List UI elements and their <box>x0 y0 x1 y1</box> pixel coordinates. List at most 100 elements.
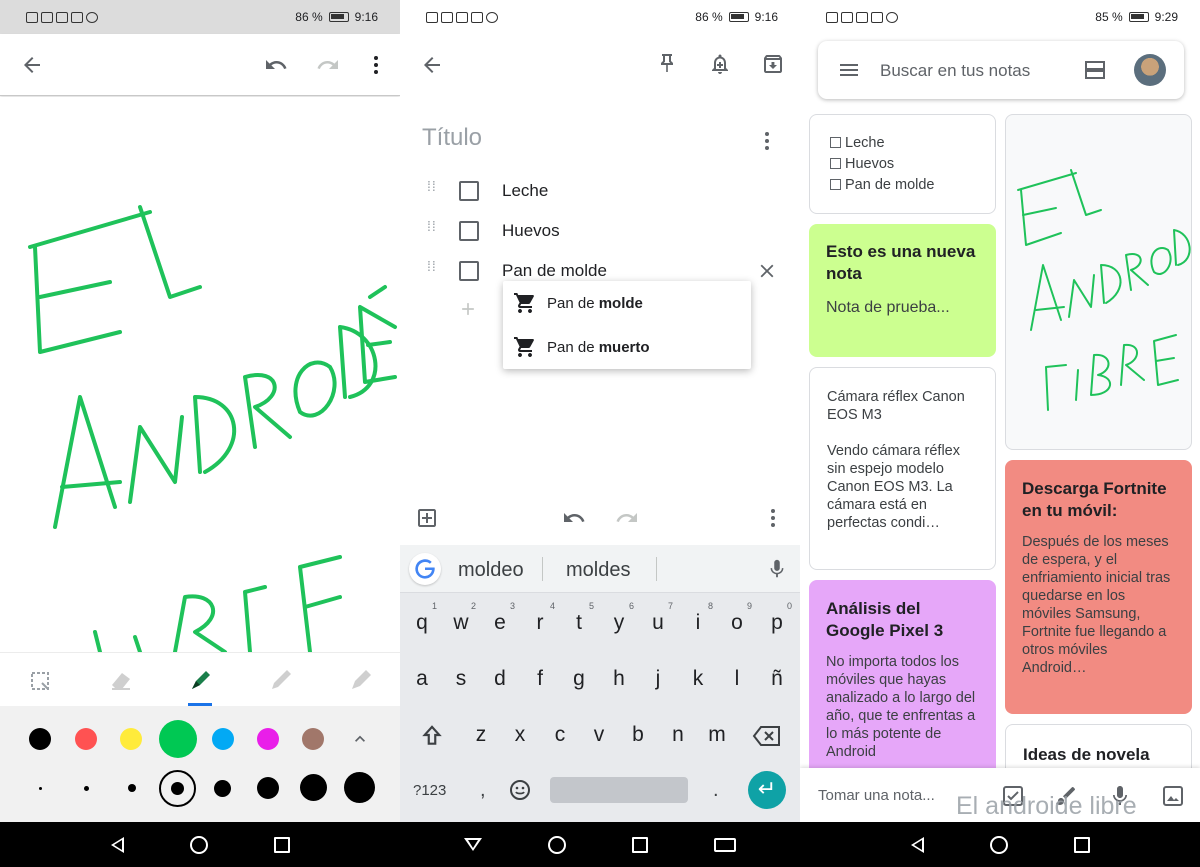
period-key[interactable]: . <box>713 779 719 802</box>
size-8[interactable] <box>344 772 375 803</box>
note-card-list[interactable]: Leche Huevos Pan de molde <box>809 114 996 214</box>
size-7[interactable] <box>300 774 327 801</box>
keyboard-suggestion[interactable]: moldeo <box>458 559 524 582</box>
key-l[interactable]: l <box>724 667 750 691</box>
pin-icon[interactable] <box>655 52 679 76</box>
add-reminder-icon[interactable] <box>708 52 732 76</box>
delete-item-close-icon[interactable] <box>756 260 778 282</box>
chevron-up-icon[interactable] <box>350 729 370 749</box>
list-item-text-editing[interactable]: Pan de molde <box>502 261 607 281</box>
menu-hamburger-icon[interactable] <box>837 58 861 82</box>
key-j[interactable]: j <box>645 667 671 691</box>
select-icon[interactable] <box>28 669 52 693</box>
drag-handle-icon[interactable]: ⁞⁞ <box>427 219 439 239</box>
shift-icon[interactable] <box>419 722 445 748</box>
nav-hide-keyboard-icon[interactable] <box>464 838 482 851</box>
eraser-icon[interactable] <box>108 669 134 693</box>
undo-icon[interactable] <box>562 506 586 530</box>
key-g[interactable]: g <box>566 667 592 691</box>
key-b[interactable]: b <box>625 723 651 747</box>
key-n[interactable]: n <box>665 723 691 747</box>
key-d[interactable]: d <box>487 667 513 691</box>
archive-icon[interactable] <box>761 52 785 76</box>
new-image-icon[interactable] <box>1161 784 1185 808</box>
key-q[interactable]: q1 <box>409 601 437 635</box>
color-red[interactable] <box>75 728 97 750</box>
size-6[interactable] <box>257 777 279 799</box>
key-z[interactable]: z <box>468 723 494 747</box>
color-black[interactable] <box>29 728 51 750</box>
nav-home-icon[interactable] <box>189 835 208 854</box>
checkbox[interactable] <box>459 261 479 281</box>
google-g-icon[interactable] <box>409 553 441 585</box>
list-view-toggle-icon[interactable] <box>1083 58 1107 82</box>
comma-key[interactable]: , <box>480 779 486 802</box>
key-x[interactable]: x <box>507 723 533 747</box>
search-input[interactable]: Buscar en tus notas <box>880 61 1030 81</box>
list-more-vert-icon[interactable] <box>755 129 779 153</box>
keyboard-suggestion[interactable]: moldes <box>566 559 630 582</box>
key-u[interactable]: u7 <box>645 601 673 635</box>
key-i[interactable]: i8 <box>685 601 713 635</box>
list-item-text[interactable]: Leche <box>502 181 548 201</box>
color-green-selected[interactable] <box>159 720 197 758</box>
undo-icon[interactable] <box>264 53 288 77</box>
more-vert-icon[interactable] <box>364 53 388 77</box>
note-card-red[interactable]: Descarga Fortnite en tu móvil: Después d… <box>1005 460 1192 714</box>
take-note-input[interactable]: Tomar una nota... <box>818 787 935 804</box>
key-h[interactable]: h <box>606 667 632 691</box>
color-blue[interactable] <box>212 728 234 750</box>
key-w[interactable]: w2 <box>448 601 476 635</box>
emoji-icon[interactable] <box>508 778 532 802</box>
redo-icon[interactable] <box>615 506 639 530</box>
spacebar[interactable] <box>550 777 688 803</box>
nav-back-icon[interactable] <box>910 836 924 853</box>
marker-icon[interactable] <box>188 667 214 693</box>
nav-back-icon[interactable] <box>110 836 124 853</box>
note-card-green[interactable]: Esto es una nueva nota Nota de prueba... <box>809 224 996 357</box>
drawing-canvas[interactable] <box>0 97 400 654</box>
list-item-text[interactable]: Huevos <box>502 221 560 241</box>
key-n-tilde[interactable]: ñ <box>764 667 790 691</box>
note-card-purple[interactable]: Análisis del Google Pixel 3 No importa t… <box>809 580 996 780</box>
add-box-icon[interactable] <box>415 506 439 530</box>
note-card-camera[interactable]: Cámara réflex Canon EOS M3 Vendo cámara … <box>809 367 996 570</box>
key-o[interactable]: o9 <box>724 601 752 635</box>
enter-key[interactable]: ↵ <box>748 771 786 809</box>
key-v[interactable]: v <box>586 723 612 747</box>
drag-handle-icon[interactable]: ⁞⁞ <box>427 179 439 199</box>
autocomplete-item[interactable]: Pan de molde <box>503 281 751 325</box>
size-3[interactable] <box>128 784 136 792</box>
back-arrow-icon[interactable] <box>20 53 44 77</box>
nav-recents-icon[interactable] <box>1073 836 1090 853</box>
redo-icon[interactable] <box>316 53 340 77</box>
keyboard-switch-icon[interactable] <box>714 837 736 852</box>
add-item-plus-icon[interactable] <box>458 299 478 319</box>
back-arrow-icon[interactable] <box>420 53 444 77</box>
account-avatar[interactable] <box>1134 54 1166 86</box>
highlighter-icon[interactable] <box>348 667 374 693</box>
pen-icon[interactable] <box>268 667 294 693</box>
key-a[interactable]: a <box>409 667 435 691</box>
nav-recents-icon[interactable] <box>273 836 290 853</box>
nav-recents-icon[interactable] <box>632 836 648 853</box>
color-magenta[interactable] <box>257 728 279 750</box>
key-c[interactable]: c <box>547 723 573 747</box>
symbols-key[interactable]: ?123 <box>413 782 446 799</box>
size-1[interactable] <box>39 787 42 790</box>
more-vert-icon[interactable] <box>761 506 785 530</box>
note-card-drawing[interactable] <box>1005 114 1192 450</box>
key-p[interactable]: p0 <box>764 601 792 635</box>
key-m[interactable]: m <box>704 723 730 747</box>
checkbox[interactable] <box>459 221 479 241</box>
key-s[interactable]: s <box>448 667 474 691</box>
mic-icon[interactable] <box>766 558 788 580</box>
color-yellow[interactable] <box>120 728 142 750</box>
key-k[interactable]: k <box>685 667 711 691</box>
color-brown[interactable] <box>302 728 324 750</box>
nav-home-icon[interactable] <box>989 835 1008 854</box>
key-e[interactable]: e3 <box>487 601 515 635</box>
nav-home-icon[interactable] <box>548 835 566 854</box>
key-r[interactable]: r4 <box>527 601 556 635</box>
search-bar[interactable]: Buscar en tus notas <box>818 41 1184 99</box>
